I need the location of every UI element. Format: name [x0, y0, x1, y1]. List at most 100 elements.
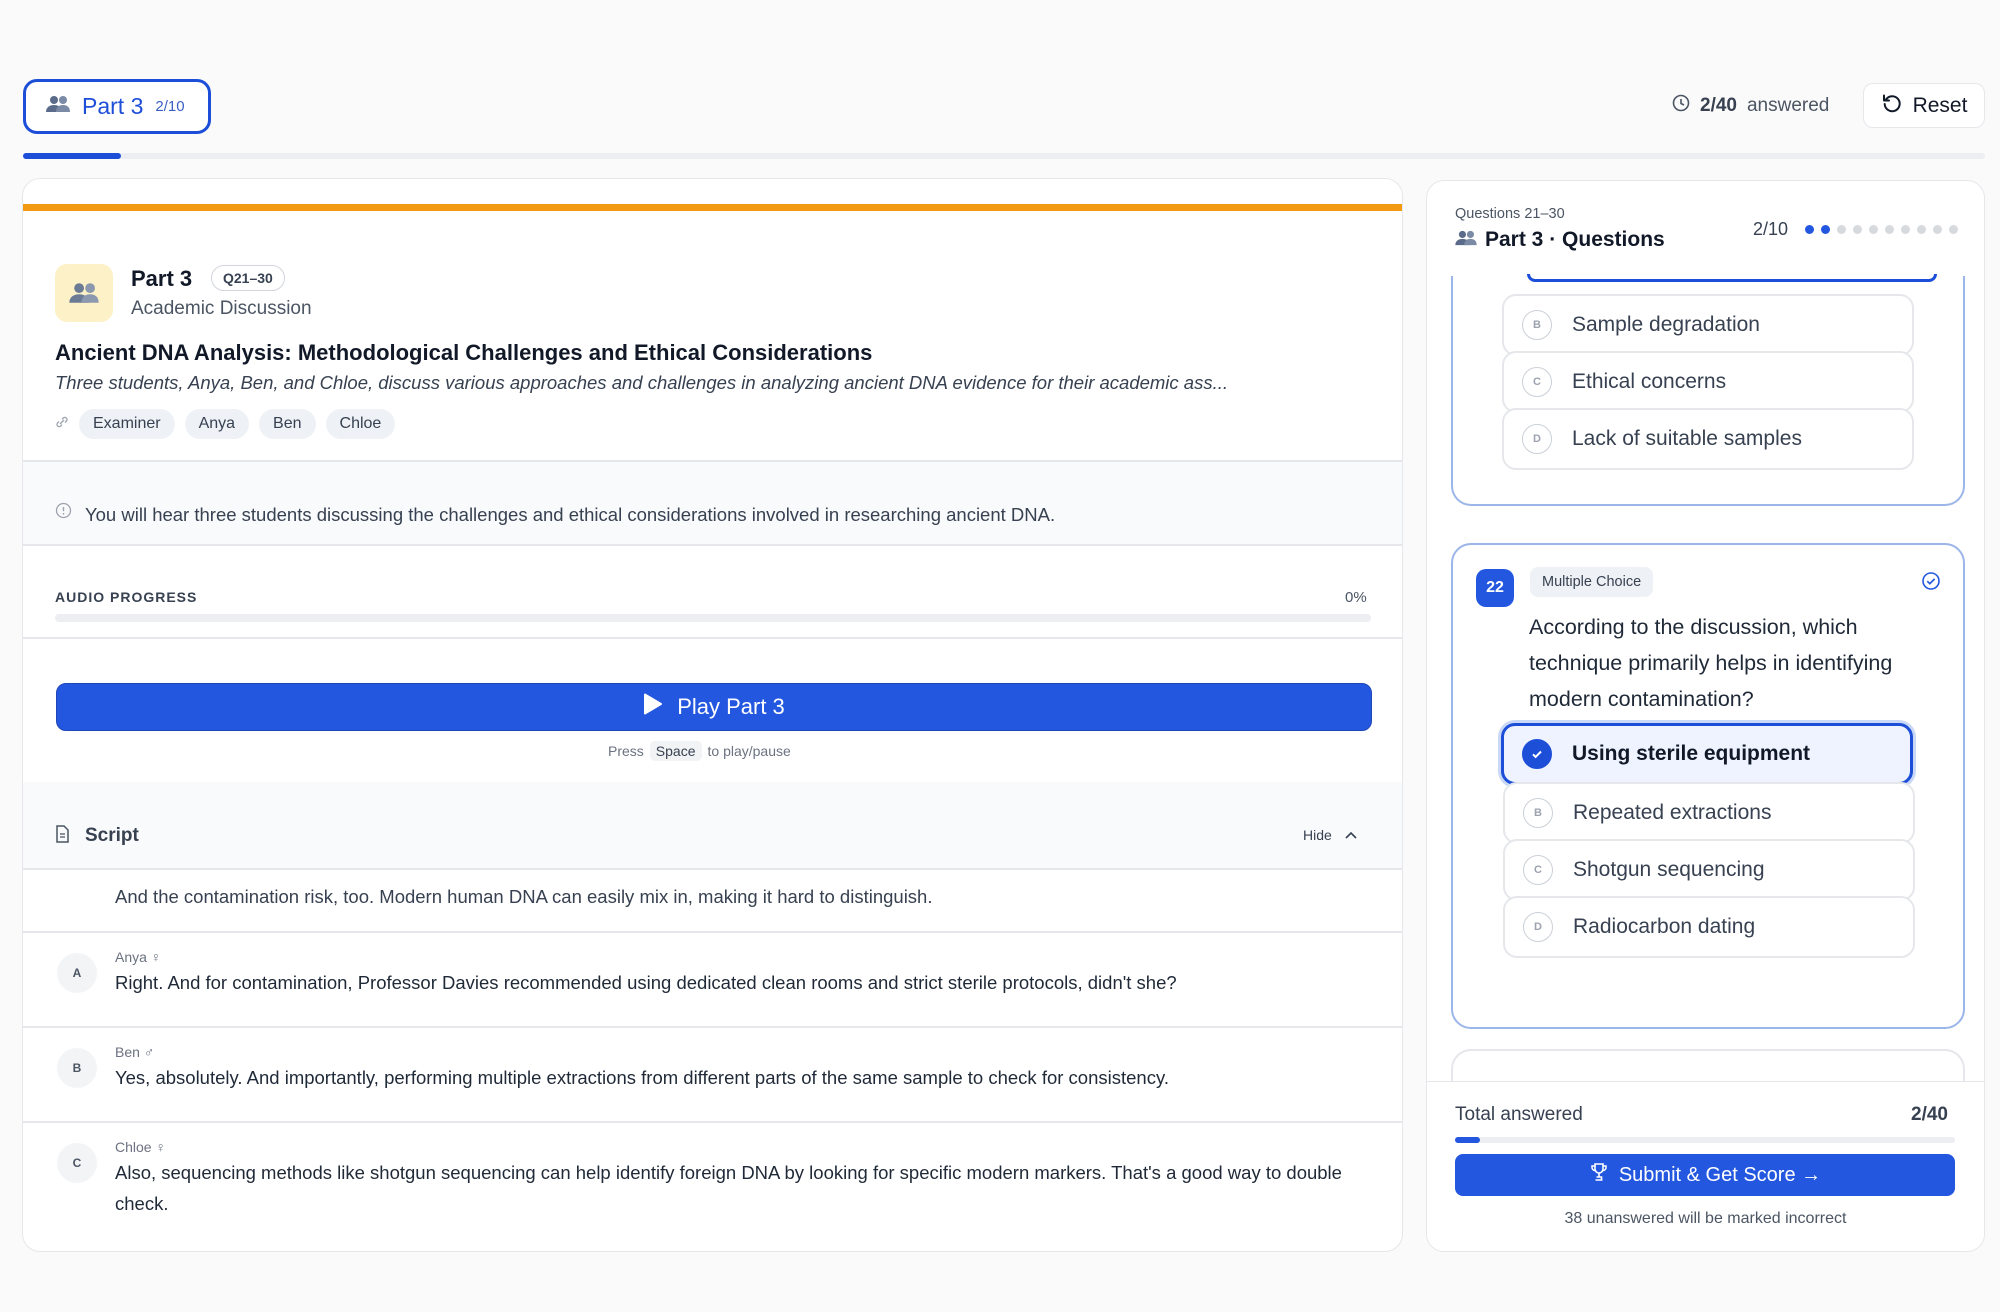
part-tab[interactable]: Part 3 2/10	[23, 79, 211, 134]
option-c[interactable]: C Shotgun sequencing	[1503, 839, 1915, 901]
question-number: 22	[1476, 569, 1514, 607]
option-a[interactable]: Using sterile equipment	[1501, 723, 1913, 785]
option-text: Shotgun sequencing	[1573, 858, 1765, 881]
question-dots	[1805, 225, 1958, 234]
submit-button[interactable]: Submit & Get Score →	[1455, 1154, 1955, 1196]
space-key: Space	[649, 741, 702, 761]
panel-footer: Total answered 2/40 Submit & Get Score →…	[1427, 1081, 1984, 1251]
speaker-chip: Chloe	[325, 409, 396, 439]
question-type-badge: Multiple Choice	[1530, 567, 1654, 597]
script-header	[23, 782, 1402, 868]
total-answered-label: Total answered	[1455, 1104, 1583, 1125]
option-b[interactable]: B Sample degradation	[1502, 294, 1914, 356]
option-b[interactable]: B Repeated extractions	[1503, 782, 1915, 844]
script-line-partial: And the contamination risk, too. Modern …	[115, 886, 933, 907]
total-progress-track	[1455, 1137, 1955, 1143]
speaker-avatar: A	[57, 953, 97, 993]
option-letter: B	[1522, 310, 1552, 340]
question-dot[interactable]	[1853, 225, 1862, 234]
questions-count: 2/10	[1753, 219, 1789, 239]
speaker-list: Examiner Anya Ben Chloe	[55, 409, 396, 439]
option-text: Repeated extractions	[1573, 801, 1772, 824]
question-dot[interactable]	[1885, 225, 1894, 234]
script-title: Script	[85, 825, 139, 846]
option-letter: C	[1522, 367, 1552, 397]
question-dot[interactable]	[1821, 225, 1830, 234]
option-text: Radiocarbon dating	[1573, 915, 1756, 938]
option-text: Ethical concerns	[1572, 370, 1727, 393]
divider	[23, 637, 1402, 639]
question-card-21: B Sample degradation C Ethical concerns …	[1451, 274, 1965, 506]
part-subtitle: Academic Discussion	[131, 298, 312, 319]
topic-title: Ancient DNA Analysis: Methodological Cha…	[55, 340, 873, 365]
part-accent-bar	[23, 204, 1402, 211]
reset-label: Reset	[1912, 93, 1968, 117]
part-tab-count: 2/10	[155, 98, 185, 115]
total-progress-fill	[1455, 1137, 1480, 1143]
option-letter: D	[1523, 912, 1553, 942]
utterance-text: Also, sequencing methods like shotgun se…	[115, 1162, 1342, 1214]
questions-title-text: Part 3 · Questions	[1485, 228, 1665, 251]
question-card-22: 22 Multiple Choice According to the disc…	[1451, 543, 1965, 1029]
hide-script-toggle[interactable]: Hide	[1303, 827, 1358, 843]
overall-progress-fill	[23, 153, 122, 159]
part-title: Part 3	[131, 266, 193, 291]
hint-suffix: to play/pause	[707, 743, 791, 759]
keyboard-hint: Press Space to play/pause	[608, 741, 791, 761]
play-button[interactable]: Play Part 3	[56, 683, 1372, 731]
hint-prefix: Press	[608, 743, 644, 759]
people-icon	[46, 95, 70, 118]
info-icon	[55, 502, 72, 524]
part-tab-label: Part 3	[82, 93, 144, 119]
divider	[23, 544, 1402, 546]
answered-suffix: answered	[1746, 95, 1830, 116]
document-icon	[55, 825, 70, 848]
question-dot[interactable]	[1869, 225, 1878, 234]
reset-icon	[1881, 92, 1903, 120]
questions-panel: Questions 21–30 Part 3 · Questions 2/10 …	[1426, 180, 1985, 1252]
option-d[interactable]: D Lack of suitable samples	[1502, 408, 1914, 470]
part-card: Part 3 Q21–30 Academic Discussion Ancien…	[22, 178, 1403, 1252]
intro-text: You will hear three students discussing …	[85, 504, 1056, 525]
audio-progress-label: AUDIO PROGRESS	[55, 589, 198, 605]
selected-option-fragment	[1527, 274, 1937, 282]
question-dot[interactable]	[1949, 225, 1958, 234]
option-letter: D	[1522, 424, 1552, 454]
option-text: Using sterile equipment	[1572, 742, 1811, 765]
answered-count: 2/40	[1700, 95, 1737, 116]
speaker-avatar: C	[57, 1143, 97, 1183]
question-text: According to the discussion, which techn…	[1529, 615, 1893, 711]
total-answered-value: 2/40	[1911, 1104, 1948, 1125]
topic-description: Three students, Anya, Ben, and Chloe, di…	[55, 372, 1229, 393]
answered-check-icon	[1921, 571, 1941, 596]
reset-button[interactable]: Reset	[1863, 83, 1985, 128]
question-range-badge: Q21–30	[211, 265, 285, 291]
question-dot[interactable]	[1805, 225, 1814, 234]
speaker-avatar: B	[57, 1048, 97, 1088]
link-icon	[55, 415, 69, 434]
question-dot[interactable]	[1901, 225, 1910, 234]
submit-note: 38 unanswered will be marked incorrect	[1564, 1210, 1847, 1227]
play-icon	[643, 693, 663, 721]
option-d[interactable]: D Radiocarbon dating	[1503, 896, 1915, 958]
divider	[23, 1121, 1402, 1123]
intro-banner	[23, 462, 1402, 544]
question-dot[interactable]	[1917, 225, 1926, 234]
audio-progress-percent: 0%	[1345, 589, 1367, 606]
question-dot[interactable]	[1837, 225, 1846, 234]
option-text: Lack of suitable samples	[1572, 427, 1802, 450]
overall-progress-track	[23, 153, 1985, 159]
submit-label: Submit & Get Score →	[1618, 1163, 1822, 1186]
people-icon	[1455, 228, 1477, 252]
audio-progress-bar[interactable]	[55, 614, 1371, 622]
speaker-chip: Ben	[259, 409, 316, 439]
speaker-name: Anya ♀	[115, 949, 162, 965]
hide-label: Hide	[1303, 827, 1332, 843]
clock-icon	[1672, 94, 1690, 118]
speaker-chip: Examiner	[79, 409, 175, 439]
play-label: Play Part 3	[677, 694, 785, 719]
question-dot[interactable]	[1933, 225, 1942, 234]
utterance-text: Yes, absolutely. And importantly, perfor…	[115, 1067, 1169, 1088]
option-c[interactable]: C Ethical concerns	[1502, 351, 1914, 413]
questions-range: Questions 21–30	[1455, 206, 1565, 222]
